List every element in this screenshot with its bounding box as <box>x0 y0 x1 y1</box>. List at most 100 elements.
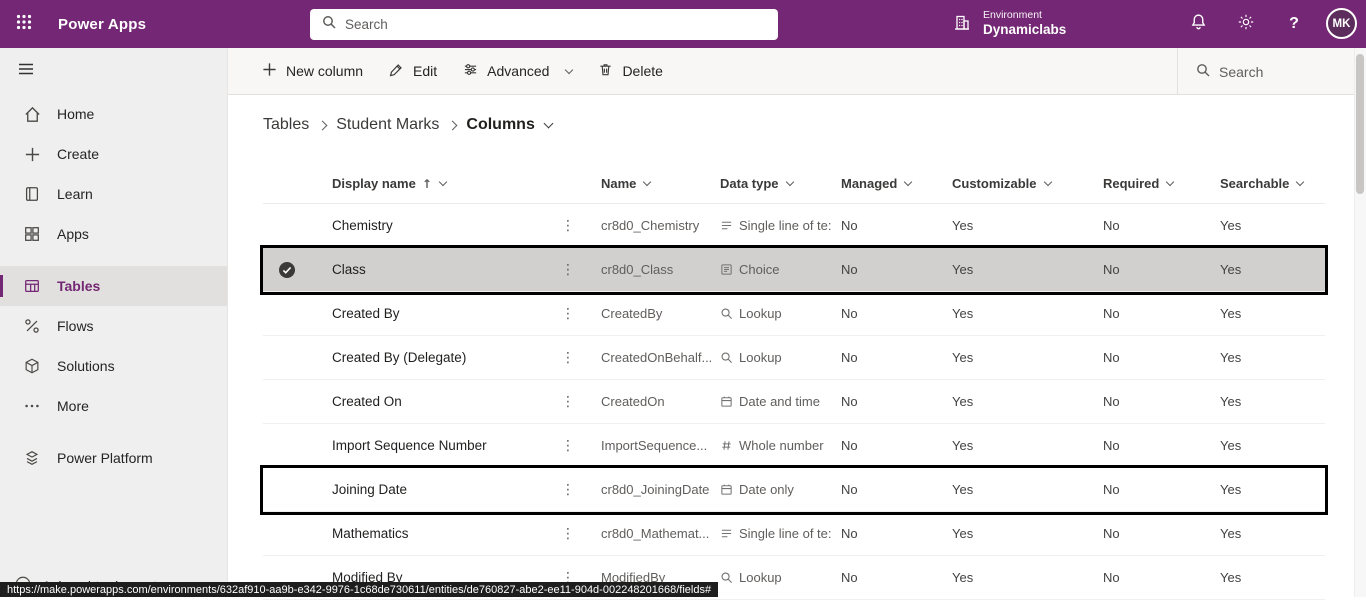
cell-customizable: Yes <box>952 218 1103 233</box>
chevron-down-icon <box>643 178 651 186</box>
sidebar-item-home[interactable]: Home <box>0 94 227 134</box>
table-row[interactable]: Mathematics ⋮ cr8d0_Mathemat... Single l… <box>263 512 1325 556</box>
app-title: Power Apps <box>58 0 146 48</box>
delete-button[interactable]: Delete <box>585 48 675 95</box>
cell-searchable: Yes <box>1220 350 1325 365</box>
main-content: New column Edit Advanced Delete <box>228 48 1366 597</box>
cell-required: No <box>1103 350 1220 365</box>
cell-name: cr8d0_Class <box>601 262 720 277</box>
sidebar-item-power-platform[interactable]: Power Platform <box>0 438 227 478</box>
cell-managed: No <box>841 526 952 541</box>
cell-name: CreatedOn <box>601 394 720 409</box>
cell-managed: No <box>841 482 952 497</box>
sidebar-item-solutions[interactable]: Solutions <box>0 346 227 386</box>
cell-display-name: Class <box>332 262 557 277</box>
cell-searchable: Yes <box>1220 570 1325 585</box>
calendar-icon <box>720 483 733 496</box>
text-icon <box>720 527 733 540</box>
sidebar-item-more[interactable]: More <box>0 386 227 426</box>
table-row-selected[interactable]: Class ⋮ cr8d0_Class Choice No Yes No Yes <box>263 248 1325 292</box>
cell-data-type: Date only <box>720 482 841 497</box>
search-icon <box>1196 63 1210 80</box>
header-display-name[interactable]: Display name ↑ <box>332 176 557 191</box>
chevron-down-icon <box>1296 178 1304 186</box>
sidebar-item-label: Power Platform <box>57 450 153 466</box>
cell-data-type: Date and time <box>720 394 841 409</box>
cell-searchable: Yes <box>1220 482 1325 497</box>
cell-required: No <box>1103 218 1220 233</box>
help-button[interactable]: ? <box>1272 0 1316 48</box>
waffle-button[interactable] <box>0 0 48 48</box>
check-circle-icon <box>278 261 296 279</box>
cell-data-type: Lookup <box>720 306 841 321</box>
row-commands-icon[interactable]: ⋮ <box>557 394 601 410</box>
sidebar-item-label: Solutions <box>57 358 115 374</box>
sidebar-item-apps[interactable]: Apps <box>0 214 227 254</box>
edit-button[interactable]: Edit <box>376 48 450 95</box>
browser-status-bar: https://make.powerapps.com/environments/… <box>0 582 718 597</box>
row-commands-icon[interactable]: ⋮ <box>557 262 601 278</box>
breadcrumb-student-marks[interactable]: Student Marks <box>336 116 439 134</box>
table-row[interactable]: Created By (Delegate) ⋮ CreatedOnBehalf.… <box>263 336 1325 380</box>
header-managed[interactable]: Managed <box>841 176 952 191</box>
avatar[interactable]: MK <box>1326 8 1357 39</box>
sidebar-item-create[interactable]: Create <box>0 134 227 174</box>
hamburger-button[interactable] <box>2 48 50 94</box>
chevron-down-icon <box>565 65 573 73</box>
table-row[interactable]: Import Sequence Number ⋮ ImportSequence.… <box>263 424 1325 468</box>
row-commands-icon[interactable]: ⋮ <box>557 526 601 542</box>
sidebar-item-tables[interactable]: Tables <box>0 266 227 306</box>
table-row[interactable]: Chemistry ⋮ cr8d0_Chemistry Single line … <box>263 204 1325 248</box>
header-customizable[interactable]: Customizable <box>952 176 1103 191</box>
cell-required: No <box>1103 482 1220 497</box>
row-commands-icon[interactable]: ⋮ <box>557 438 601 454</box>
cell-data-type: Lookup <box>720 570 841 585</box>
help-icon: ? <box>1289 15 1299 33</box>
row-commands-icon[interactable]: ⋮ <box>557 306 601 322</box>
table-row[interactable]: Created By ⋮ CreatedBy Lookup No Yes No … <box>263 292 1325 336</box>
header-name[interactable]: Name <box>601 176 720 191</box>
lookup-icon <box>720 571 733 584</box>
cell-required: No <box>1103 438 1220 453</box>
header-data-type[interactable]: Data type <box>720 176 841 191</box>
new-column-button[interactable]: New column <box>249 48 376 95</box>
sidebar-item-learn[interactable]: Learn <box>0 174 227 214</box>
row-commands-icon[interactable]: ⋮ <box>557 350 601 366</box>
environment-icon <box>952 12 972 37</box>
environment-switcher[interactable]: Environment Dynamiclabs <box>952 0 1066 48</box>
columns-table: Display name ↑ Name Data type Managed Cu… <box>263 164 1325 600</box>
breadcrumb-tables[interactable]: Tables <box>263 116 309 134</box>
row-select[interactable] <box>263 261 332 279</box>
vertical-scrollbar[interactable] <box>1354 48 1366 597</box>
cell-data-type: Choice <box>720 262 841 277</box>
settings-button[interactable] <box>1224 0 1268 48</box>
notifications-button[interactable] <box>1176 0 1220 48</box>
header-required[interactable]: Required <box>1103 176 1220 191</box>
table-row[interactable]: Created On ⋮ CreatedOn Date and time No … <box>263 380 1325 424</box>
ellipsis-icon <box>22 397 42 415</box>
pencil-icon <box>389 62 404 80</box>
choice-icon <box>720 263 733 276</box>
row-commands-icon[interactable]: ⋮ <box>557 218 601 234</box>
sidebar-item-label: More <box>57 398 89 414</box>
plus-icon <box>262 62 277 80</box>
breadcrumb-columns[interactable]: Columns <box>466 116 551 134</box>
search-icon <box>322 15 336 34</box>
table-row-highlighted[interactable]: Joining Date ⋮ cr8d0_JoiningDate Date on… <box>263 468 1325 512</box>
list-search-button[interactable]: Search <box>1177 48 1366 95</box>
header-searchable[interactable]: Searchable <box>1220 176 1325 191</box>
cell-customizable: Yes <box>952 350 1103 365</box>
solutions-icon <box>22 357 42 375</box>
global-search-box[interactable] <box>310 9 778 40</box>
row-commands-icon[interactable]: ⋮ <box>557 482 601 498</box>
breadcrumb: Tables Student Marks Columns <box>263 116 552 134</box>
status-url: https://make.powerapps.com/environments/… <box>7 584 711 596</box>
scrollbar-thumb[interactable] <box>1356 54 1364 194</box>
advanced-button[interactable]: Advanced <box>450 48 585 95</box>
lookup-icon <box>720 307 733 320</box>
global-search-input[interactable] <box>345 17 778 32</box>
sidebar-item-flows[interactable]: Flows <box>0 306 227 346</box>
cell-searchable: Yes <box>1220 262 1325 277</box>
cell-display-name: Import Sequence Number <box>332 438 557 453</box>
sidebar-item-label: Tables <box>57 278 100 294</box>
